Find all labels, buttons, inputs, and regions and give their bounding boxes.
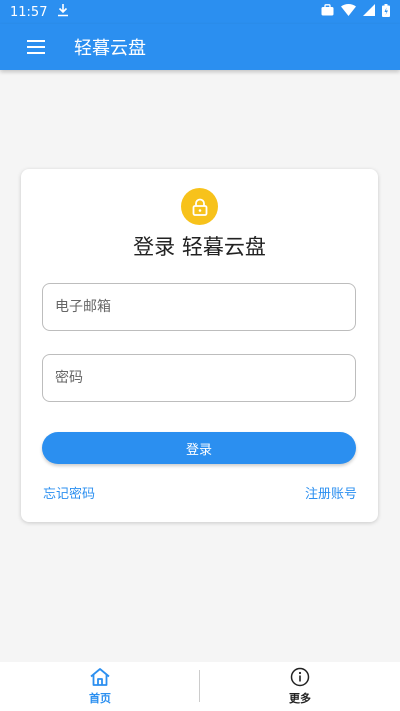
lock-badge [181, 188, 218, 225]
status-bar: 11:57 [0, 0, 400, 24]
menu-button[interactable] [23, 24, 49, 70]
briefcase-icon [321, 4, 334, 20]
download-icon [57, 3, 69, 21]
menu-icon [27, 40, 45, 54]
password-field[interactable] [42, 354, 356, 402]
nav-item-label: 更多 [289, 692, 311, 705]
nav-item-label: 首页 [89, 692, 111, 705]
lock-icon [192, 198, 207, 216]
app-title: 轻暮云盘 [74, 38, 146, 59]
register-link[interactable]: 注册账号 [305, 483, 357, 502]
signal-icon [363, 4, 375, 20]
app-bar: 轻暮云盘 [0, 24, 400, 70]
battery-icon [382, 3, 390, 21]
info-icon [290, 667, 310, 687]
nav-item-more[interactable]: 更多 [200, 662, 400, 711]
login-card: 登录 轻暮云盘 登录 忘记密码 注册账号 [21, 169, 378, 522]
email-field[interactable] [42, 283, 356, 331]
forgot-password-link[interactable]: 忘记密码 [43, 483, 95, 502]
nav-item-home[interactable]: 首页 [0, 662, 200, 711]
home-icon [90, 668, 110, 686]
nav-divider [199, 670, 200, 702]
login-title: 登录 轻暮云盘 [133, 235, 266, 259]
bottom-nav: 首页 更多 [0, 662, 400, 711]
login-button[interactable]: 登录 [42, 432, 356, 464]
status-time: 11:57 [10, 4, 48, 20]
wifi-icon [341, 4, 356, 20]
